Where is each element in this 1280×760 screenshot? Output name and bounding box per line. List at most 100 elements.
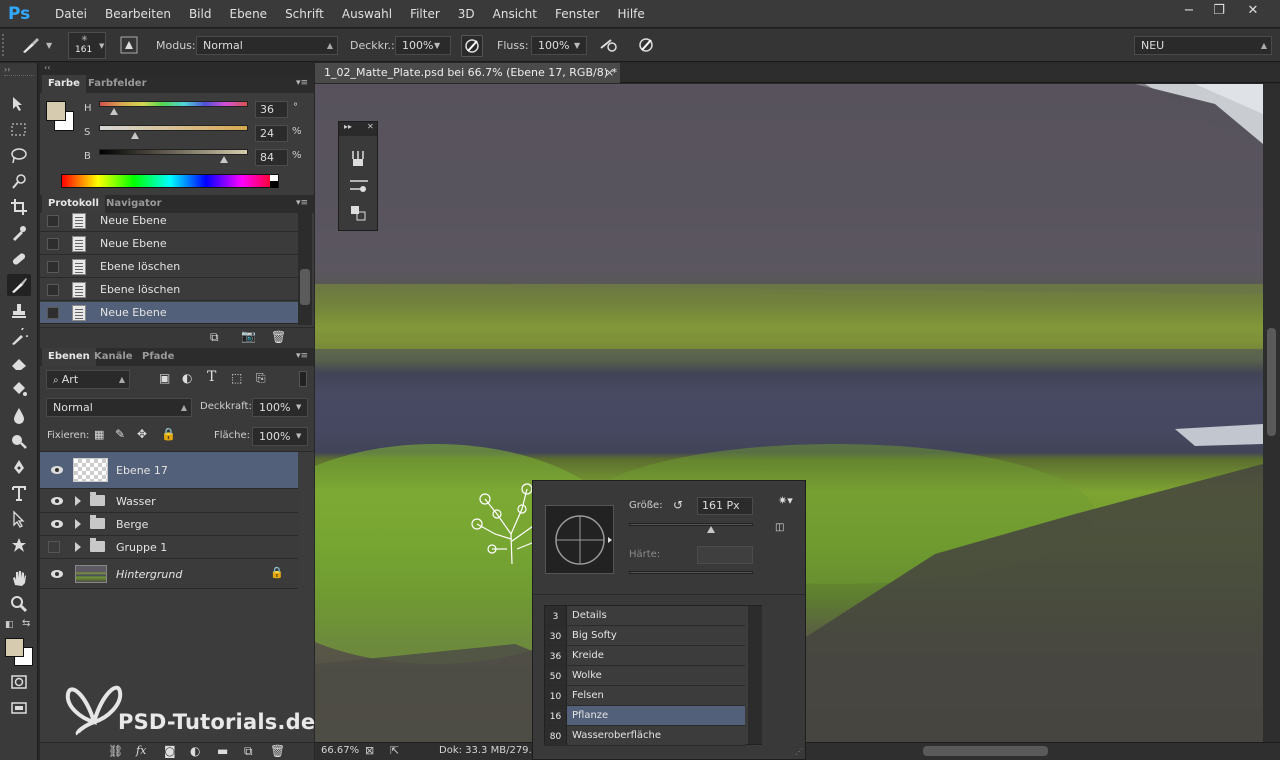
hand-tool-icon[interactable]: [7, 567, 31, 589]
new-layer-icon[interactable]: ⧉: [244, 744, 253, 759]
minimize-button[interactable]: −: [1174, 1, 1204, 21]
brush-preset-item[interactable]: 10 Felsen: [545, 686, 745, 706]
layer-group-row[interactable]: Gruppe 1: [40, 536, 298, 559]
layers-panel-menu-icon[interactable]: ▾≡: [296, 351, 308, 361]
mini-panel-expand-icon[interactable]: ▸▸: [344, 122, 352, 131]
expand-group-icon[interactable]: [75, 519, 81, 529]
toolbar-collapse-icon[interactable]: ››: [4, 65, 10, 74]
color-panel-menu-icon[interactable]: ▾≡: [296, 78, 308, 88]
document-tab[interactable]: 1_02_Matte_Plate.psd bei 66.7% (Ebene 17…: [315, 63, 620, 83]
tab-farbe[interactable]: Farbe: [42, 75, 86, 93]
dodge-tool-icon[interactable]: [7, 430, 31, 452]
history-scrollbar[interactable]: [298, 213, 312, 325]
filter-toggle[interactable]: [299, 371, 307, 387]
flow-arrow-icon[interactable]: ▼: [574, 41, 580, 50]
menu-3d[interactable]: 3D: [449, 0, 484, 28]
b-slider-thumb[interactable]: [220, 156, 229, 163]
brush-preset-item[interactable]: 30 Big Softy: [545, 626, 745, 646]
history-snapshot-checkbox[interactable]: [47, 307, 59, 319]
pressure-size-icon[interactable]: [636, 35, 658, 57]
history-item[interactable]: Neue Ebene: [40, 213, 298, 232]
visibility-eye-icon[interactable]: [50, 569, 64, 579]
visibility-toggle-empty[interactable]: [48, 541, 60, 553]
zoom-level[interactable]: 66.67%: [321, 745, 359, 756]
brush-preset-item-selected[interactable]: 16 Pflanze: [545, 706, 745, 726]
document-tab-close-icon[interactable]: ×: [605, 63, 614, 83]
tab-farbfelder[interactable]: Farbfelder: [82, 75, 153, 93]
layer-filter-dropdown[interactable]: ⌕ Art ▲: [46, 370, 130, 389]
blur-tool-icon[interactable]: [7, 404, 31, 426]
eyedropper-tool-icon[interactable]: [7, 222, 31, 244]
size-slider-thumb[interactable]: [706, 526, 715, 533]
delete-state-icon[interactable]: 🗑: [271, 330, 286, 344]
history-snapshot-checkbox[interactable]: [47, 238, 59, 250]
tab-protokoll[interactable]: Protokoll: [42, 195, 105, 213]
pen-tool-icon[interactable]: [7, 456, 31, 478]
lock-position-icon[interactable]: ✥: [137, 427, 147, 441]
new-brush-preset-icon[interactable]: ◫: [775, 522, 784, 533]
restore-button[interactable]: ❐: [1204, 1, 1234, 21]
menu-datei[interactable]: Datei: [46, 0, 96, 28]
brush-tool-icon[interactable]: [7, 274, 31, 296]
history-item[interactable]: Ebene löschen: [40, 256, 298, 278]
new-document-from-state-icon[interactable]: ⧉: [210, 330, 219, 345]
new-snapshot-icon[interactable]: 📷: [241, 329, 256, 343]
filter-pixel-icon[interactable]: ▣: [159, 371, 170, 385]
tab-navigator[interactable]: Navigator: [100, 195, 168, 213]
opacity-field[interactable]: 100%: [395, 36, 451, 55]
preset-dropdown-icon[interactable]: ▼: [46, 41, 52, 50]
brush-picker-button[interactable]: ✳ 161 ▼: [68, 32, 106, 59]
fill-arrow-icon[interactable]: ▼: [296, 432, 301, 440]
filter-smart-object-icon[interactable]: ⎘: [256, 371, 266, 386]
size-slider[interactable]: [629, 523, 753, 526]
h-field[interactable]: 36: [255, 101, 288, 118]
brush-presets-icon[interactable]: [349, 149, 367, 170]
visibility-eye-icon[interactable]: [50, 496, 64, 506]
zoom-tool-icon[interactable]: [7, 593, 31, 615]
tab-kanaele[interactable]: Kanäle: [88, 348, 139, 366]
clone-stamp-tool-icon[interactable]: [7, 300, 31, 322]
size-field[interactable]: 161 Px: [697, 497, 753, 515]
quick-selection-tool-icon[interactable]: [7, 171, 31, 193]
mode-dropdown[interactable]: Normal ▲: [196, 36, 338, 55]
history-panel-menu-icon[interactable]: ▾≡: [296, 198, 308, 208]
close-button[interactable]: ✕: [1238, 1, 1268, 21]
filter-adjustment-icon[interactable]: ◐: [182, 371, 192, 385]
menu-fenster[interactable]: Fenster: [546, 0, 609, 28]
h-slider[interactable]: [99, 101, 248, 107]
add-mask-icon[interactable]: ◙: [164, 744, 176, 758]
history-snapshot-checkbox[interactable]: [47, 284, 59, 296]
canvas-horizontal-scroll-thumb[interactable]: [923, 746, 1048, 756]
panels-collapse-icon[interactable]: ‹‹: [44, 63, 50, 72]
brush-options-gear-icon[interactable]: ✷▾: [778, 494, 793, 507]
history-brush-tool-icon[interactable]: [7, 326, 31, 348]
menu-filter[interactable]: Filter: [401, 0, 449, 28]
s-slider[interactable]: [99, 125, 248, 131]
clone-source-icon[interactable]: [349, 204, 367, 225]
history-item[interactable]: Neue Ebene: [40, 233, 298, 255]
brush-preset-item[interactable]: 36 Kreide: [545, 646, 745, 666]
brush-preset-item[interactable]: 80 Wasseroberfläche: [545, 726, 745, 746]
layer-blend-mode-dropdown[interactable]: Normal ▲: [46, 398, 192, 417]
screen-mode-icon[interactable]: [7, 697, 31, 719]
workspace-dropdown[interactable]: NEU ▲: [1134, 36, 1272, 55]
menu-hilfe[interactable]: Hilfe: [608, 0, 653, 28]
status-export-icon[interactable]: ⇱: [390, 744, 399, 757]
crop-tool-icon[interactable]: [7, 196, 31, 218]
visibility-eye-icon[interactable]: [50, 465, 64, 475]
brush-tool-preset-icon[interactable]: [20, 35, 51, 57]
eraser-tool-icon[interactable]: [7, 352, 31, 374]
lock-transparent-icon[interactable]: ▦: [94, 428, 104, 441]
layer-opacity-arrow-icon[interactable]: ▼: [296, 403, 301, 411]
history-scroll-thumb[interactable]: [300, 269, 310, 305]
brush-preset-item[interactable]: 3 Details: [545, 606, 745, 626]
opacity-arrow-icon[interactable]: ▼: [434, 41, 440, 50]
path-selection-tool-icon[interactable]: [7, 508, 31, 530]
marquee-tool-icon[interactable]: [7, 119, 31, 141]
delete-layer-icon[interactable]: 🗑: [270, 744, 285, 758]
popup-resize-grip-icon[interactable]: ⋰: [795, 747, 803, 756]
pressure-opacity-icon[interactable]: [461, 35, 483, 57]
default-colors-icon[interactable]: ◧: [5, 620, 14, 630]
history-item[interactable]: Ebene löschen: [40, 279, 298, 301]
canvas-vertical-scrollbar[interactable]: [1263, 84, 1280, 742]
